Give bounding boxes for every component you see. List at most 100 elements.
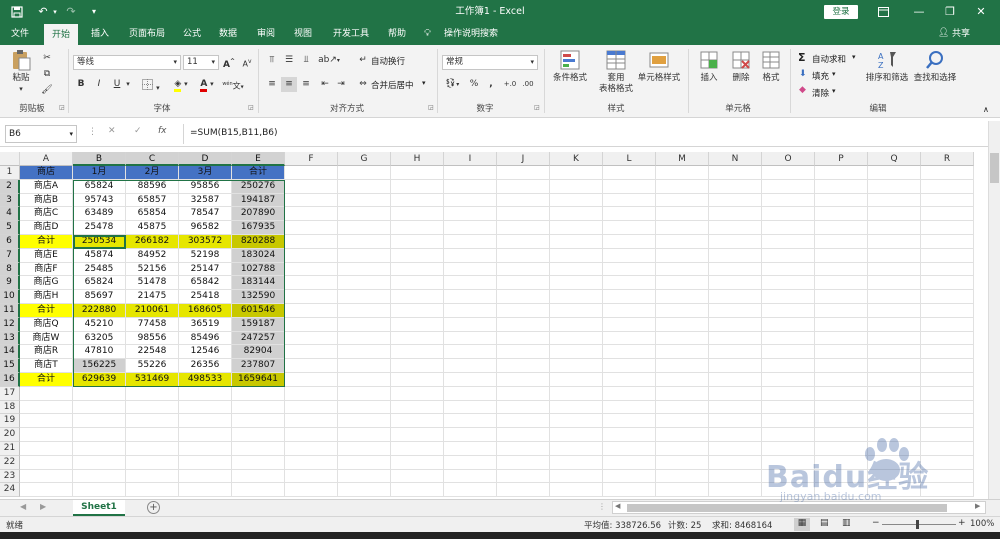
grid-cell[interactable] bbox=[709, 304, 762, 318]
page-layout-view-icon[interactable]: ▤ bbox=[820, 518, 829, 528]
delete-cells-button[interactable]: 删除 bbox=[726, 49, 756, 84]
column-header[interactable]: B bbox=[73, 152, 126, 166]
grid-cell[interactable] bbox=[709, 179, 762, 194]
zoom-slider-thumb[interactable] bbox=[916, 520, 919, 529]
grid-cell[interactable] bbox=[603, 359, 656, 373]
grid-cell[interactable] bbox=[444, 221, 497, 235]
grid-cell[interactable] bbox=[73, 455, 126, 470]
table-cell[interactable]: 250276 bbox=[232, 179, 285, 194]
table-cell[interactable]: 63489 bbox=[73, 207, 126, 222]
column-header[interactable]: I bbox=[444, 152, 497, 166]
grid-cell[interactable] bbox=[603, 373, 656, 387]
grid-cell[interactable] bbox=[656, 331, 709, 346]
column-header[interactable]: M bbox=[656, 152, 709, 166]
grid-cell[interactable] bbox=[444, 179, 497, 194]
grid-cell[interactable] bbox=[444, 331, 497, 346]
table-cell[interactable]: 65824 bbox=[73, 276, 126, 291]
grid-cell[interactable] bbox=[285, 262, 338, 277]
table-cell[interactable]: 21475 bbox=[126, 290, 179, 304]
grid-cell[interactable] bbox=[815, 166, 868, 180]
grid-cell[interactable] bbox=[709, 345, 762, 360]
grid-cell[interactable] bbox=[815, 359, 868, 373]
column-header[interactable]: D bbox=[179, 152, 232, 166]
grid-cell[interactable] bbox=[179, 400, 232, 415]
ribbon-display-icon[interactable] bbox=[865, 0, 901, 24]
column-header[interactable]: R bbox=[921, 152, 974, 166]
split-handle-icon[interactable]: ⋮ bbox=[598, 502, 606, 511]
grid-cell[interactable] bbox=[762, 290, 815, 304]
tab-review[interactable]: 审阅 bbox=[250, 24, 282, 45]
formula-input[interactable]: =SUM(B15,B11,B6) bbox=[187, 125, 992, 143]
row-header[interactable]: 1 bbox=[0, 166, 20, 180]
grid-cell[interactable] bbox=[391, 166, 444, 180]
row-header[interactable]: 3 bbox=[0, 193, 20, 208]
grid-cell[interactable] bbox=[815, 248, 868, 263]
close-icon[interactable]: ✕ bbox=[963, 0, 999, 24]
table-cell[interactable]: 商店Q bbox=[20, 317, 73, 332]
grid-cell[interactable] bbox=[550, 235, 603, 249]
table-cell[interactable]: 183024 bbox=[232, 248, 285, 263]
grid-cell[interactable] bbox=[868, 166, 921, 180]
table-cell[interactable]: 63205 bbox=[73, 331, 126, 346]
sum-cell[interactable]: 1659641 bbox=[232, 373, 285, 387]
grid-cell[interactable] bbox=[73, 442, 126, 456]
tab-data[interactable]: 数据 bbox=[212, 24, 244, 45]
grid-cell[interactable] bbox=[444, 359, 497, 373]
grid-cell[interactable] bbox=[391, 248, 444, 263]
table-cell[interactable]: 商店D bbox=[20, 221, 73, 235]
paste-dropdown-icon[interactable]: ▾ bbox=[6, 84, 36, 95]
grid-cell[interactable] bbox=[20, 386, 73, 401]
grid-cell[interactable] bbox=[550, 483, 603, 498]
font-name-select[interactable]: 等线 ▾ bbox=[73, 55, 181, 70]
grid-cell[interactable] bbox=[868, 373, 921, 387]
italic-button[interactable]: I bbox=[92, 77, 106, 92]
grid-cell[interactable] bbox=[444, 166, 497, 180]
grid-cell[interactable] bbox=[656, 304, 709, 318]
table-cell[interactable]: 商店R bbox=[20, 345, 73, 360]
zoom-level[interactable]: 100% bbox=[970, 519, 994, 529]
grid-cell[interactable] bbox=[391, 207, 444, 222]
grid-cell[interactable] bbox=[550, 359, 603, 373]
table-cell[interactable]: 商店A bbox=[20, 179, 73, 194]
grid-cell[interactable] bbox=[815, 221, 868, 235]
grid-cell[interactable] bbox=[815, 276, 868, 291]
grid-cell[interactable] bbox=[20, 455, 73, 470]
column-header[interactable]: J bbox=[497, 152, 550, 166]
grid-cell[interactable] bbox=[285, 442, 338, 456]
table-cell[interactable]: 77458 bbox=[126, 317, 179, 332]
grid-cell[interactable] bbox=[179, 455, 232, 470]
grid-cell[interactable] bbox=[497, 442, 550, 456]
grid-cell[interactable] bbox=[338, 373, 391, 387]
add-sheet-button[interactable]: + bbox=[147, 501, 160, 514]
grid-cell[interactable] bbox=[815, 179, 868, 194]
grid-cell[interactable] bbox=[285, 455, 338, 470]
decrease-indent-icon[interactable]: ⇤ bbox=[318, 77, 332, 92]
table-cell[interactable]: 52156 bbox=[126, 262, 179, 277]
sum-cell[interactable]: 168605 bbox=[179, 304, 232, 318]
row-header[interactable]: 9 bbox=[0, 276, 20, 291]
sheet-tab-sheet1[interactable]: Sheet1 bbox=[73, 500, 125, 516]
grid-cell[interactable] bbox=[921, 262, 974, 277]
table-cell[interactable]: 45875 bbox=[126, 221, 179, 235]
grid-cell[interactable] bbox=[391, 455, 444, 470]
grid-cell[interactable] bbox=[762, 345, 815, 360]
table-cell[interactable]: 85496 bbox=[179, 331, 232, 346]
table-cell[interactable]: 32587 bbox=[179, 193, 232, 208]
grid-cell[interactable] bbox=[179, 414, 232, 429]
grid-cell[interactable] bbox=[921, 221, 974, 235]
grid-cell[interactable] bbox=[656, 345, 709, 360]
grid-cell[interactable] bbox=[338, 442, 391, 456]
grid-cell[interactable] bbox=[20, 469, 73, 484]
name-box[interactable]: B6 ▾ bbox=[5, 125, 77, 143]
table-cell[interactable]: 84952 bbox=[126, 248, 179, 263]
grid-cell[interactable] bbox=[921, 290, 974, 304]
grid-cell[interactable] bbox=[73, 400, 126, 415]
grid-cell[interactable] bbox=[550, 276, 603, 291]
login-button[interactable]: 登录 bbox=[824, 5, 858, 19]
grid-cell[interactable] bbox=[550, 166, 603, 180]
chevron-down-icon[interactable]: ▾ bbox=[832, 70, 836, 78]
grid-cell[interactable] bbox=[709, 331, 762, 346]
grid-cell[interactable] bbox=[921, 179, 974, 194]
tab-view[interactable]: 视图 bbox=[287, 24, 319, 45]
column-header[interactable]: E bbox=[232, 152, 285, 166]
